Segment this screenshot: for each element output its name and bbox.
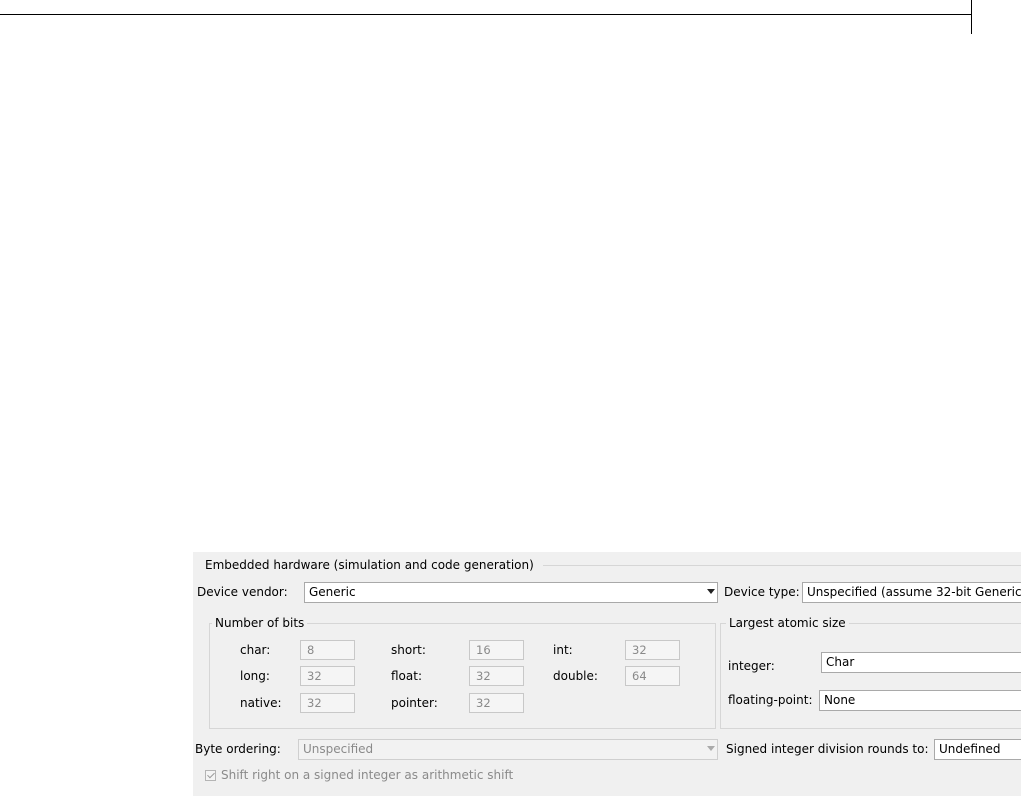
byte-ordering-value: Unspecified [303,742,374,756]
int-label: int: [553,643,573,657]
device-type-label: Device type: [724,585,800,599]
floating-point-dropdown[interactable]: None [819,690,1021,711]
pointer-field[interactable]: 32 [469,693,524,713]
device-vendor-dropdown[interactable]: Generic [304,582,718,603]
double-label: double: [553,669,598,683]
device-vendor-value: Generic [309,585,356,599]
largest-atomic-size-group: Largest atomic size integer: Char floati… [720,616,1021,729]
long-label: long: [240,669,270,683]
integer-label: integer: [728,659,775,673]
int-field[interactable]: 32 [625,640,680,660]
page-header-tick [971,0,972,34]
check-icon [207,770,215,779]
device-vendor-label: Device vendor: [197,585,288,599]
shift-right-label: Shift right on a signed integer as arith… [221,768,514,782]
short-label: short: [391,643,426,657]
signed-division-value: Undefined [939,742,1001,756]
float-label: float: [391,669,423,683]
short-field[interactable]: 16 [469,640,524,660]
signed-division-label: Signed integer division rounds to: [726,742,929,756]
title-divider [543,565,1021,566]
integer-dropdown[interactable]: Char [821,652,1021,673]
page-header-rule [0,14,972,15]
chevron-down-icon [707,746,715,751]
embedded-hardware-title: Embedded hardware (simulation and code g… [205,558,534,572]
floating-point-value: None [824,693,856,707]
device-type-value: Unspecified (assume 32-bit Generic [807,585,1021,599]
float-field[interactable]: 32 [469,666,524,686]
byte-ordering-dropdown[interactable]: Unspecified [298,739,718,760]
native-field[interactable]: 32 [300,693,355,713]
char-label: char: [240,643,271,657]
floating-point-label: floating-point: [728,693,813,707]
native-label: native: [240,696,282,710]
embedded-hardware-panel: Embedded hardware (simulation and code g… [193,552,1021,796]
device-type-dropdown[interactable]: Unspecified (assume 32-bit Generic [802,582,1021,603]
char-field[interactable]: 8 [300,640,355,660]
largest-atomic-size-title: Largest atomic size [726,616,849,631]
shift-right-checkbox[interactable] [205,770,216,781]
integer-value: Char [826,655,855,669]
double-field[interactable]: 64 [625,666,680,686]
byte-ordering-label: Byte ordering: [195,742,281,756]
signed-division-dropdown[interactable]: Undefined [934,739,1021,760]
number-of-bits-group: Number of bits char: 8 short: 16 int: 32… [209,616,716,729]
number-of-bits-title: Number of bits [212,616,308,631]
chevron-down-icon [707,589,715,594]
long-field[interactable]: 32 [300,666,355,686]
pointer-label: pointer: [391,696,438,710]
